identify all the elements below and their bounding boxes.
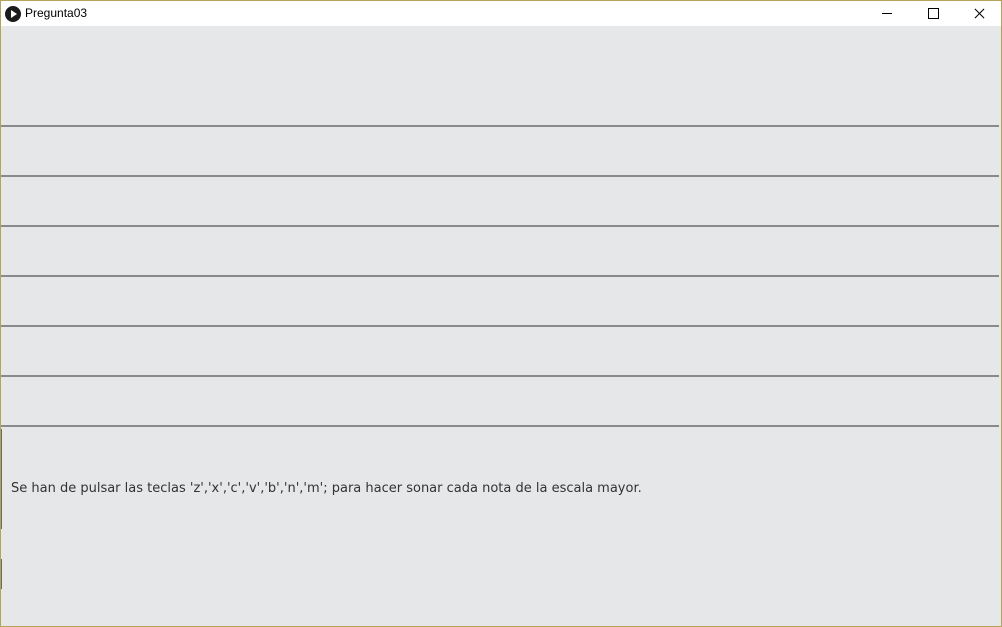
staff-line — [1, 175, 999, 177]
close-button[interactable] — [956, 1, 1001, 26]
app-window: Pregunta03 Se han de pulsar las teclas '… — [0, 0, 1002, 627]
staff-line — [1, 125, 999, 127]
staff-line — [1, 325, 999, 327]
processing-play-icon — [5, 6, 21, 22]
maximize-button[interactable] — [910, 1, 956, 26]
staff-line — [1, 225, 999, 227]
cursor-mark — [1, 559, 2, 589]
instruction-text: Se han de pulsar las teclas 'z','x','c',… — [11, 481, 642, 496]
staff-line — [1, 425, 999, 427]
minimize-button[interactable] — [864, 1, 910, 26]
staff-line — [1, 375, 999, 377]
title-bar[interactable]: Pregunta03 — [1, 1, 1001, 26]
sketch-canvas[interactable]: Se han de pulsar las teclas 'z','x','c',… — [1, 26, 1001, 626]
staff-line — [1, 275, 999, 277]
cursor-mark — [1, 429, 2, 529]
window-title: Pregunta03 — [25, 6, 88, 20]
